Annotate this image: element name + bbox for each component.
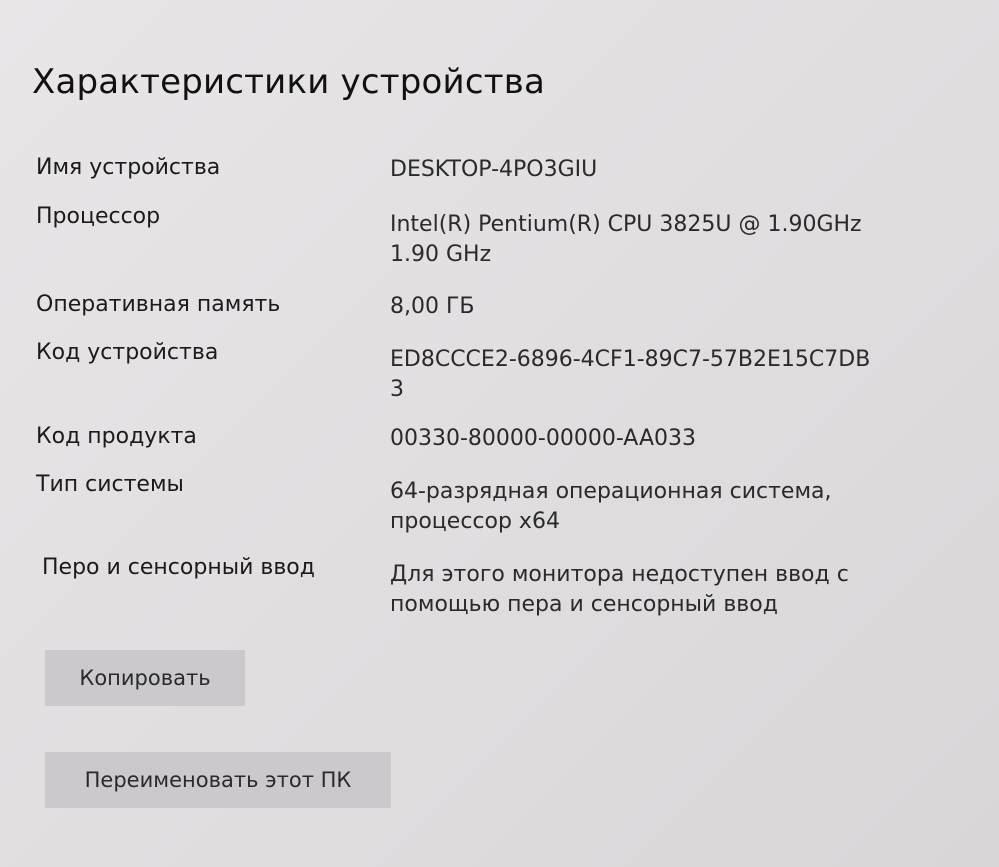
spec-value-system-type: 64-разрядная операционная система, проце… [390, 477, 910, 537]
spec-value-line: 8,00 ГБ [390, 294, 475, 319]
spec-label-ram: Оперативная память [36, 292, 281, 317]
spec-value-line: Intel(R) Pentium(R) CPU 3825U @ 1.90GHz [390, 212, 862, 237]
spec-value-pen-touch: Для этого монитора недоступен ввод с пом… [390, 560, 910, 620]
spec-value-line: 3 [390, 377, 404, 402]
spec-value-line: Для этого монитора недоступен ввод с [390, 562, 849, 587]
spec-label-device-id: Код устройства [36, 340, 219, 365]
spec-value-line: процессор x64 [390, 509, 560, 534]
rename-pc-button[interactable]: Переименовать этот ПК [45, 752, 391, 808]
spec-value-line: помощью пера и сенсорный ввод [390, 592, 778, 617]
spec-value-line: 00330-80000-00000-AA033 [390, 426, 696, 451]
spec-label-pen-touch: Перо и сенсорный ввод [42, 555, 315, 580]
spec-label-processor: Процессор [36, 204, 161, 229]
spec-label-device-name: Имя устройства [36, 155, 221, 180]
spec-value-line: ED8CCCE2-6896-4CF1-89C7-57B2E15C7DB [390, 347, 871, 372]
copy-button[interactable]: Копировать [45, 650, 245, 706]
spec-value-ram: 8,00 ГБ [390, 292, 910, 322]
spec-label-product-id: Код продукта [36, 424, 197, 449]
spec-label-system-type: Тип системы [36, 472, 184, 497]
section-title: Характеристики устройства [32, 62, 545, 102]
spec-value-line: 64-разрядная операционная система, [390, 479, 832, 504]
spec-value-device-name: DESKTOP-4PO3GIU [390, 155, 910, 185]
spec-value-product-id: 00330-80000-00000-AA033 [390, 424, 910, 454]
spec-value-device-id: ED8CCCE2-6896-4CF1-89C7-57B2E15C7DB 3 [390, 345, 910, 405]
spec-value-processor: Intel(R) Pentium(R) CPU 3825U @ 1.90GHz … [390, 210, 910, 270]
spec-value-line: DESKTOP-4PO3GIU [390, 157, 598, 182]
device-specifications-panel: Характеристики устройства Имя устройства… [0, 0, 999, 867]
spec-value-line: 1.90 GHz [390, 242, 492, 267]
